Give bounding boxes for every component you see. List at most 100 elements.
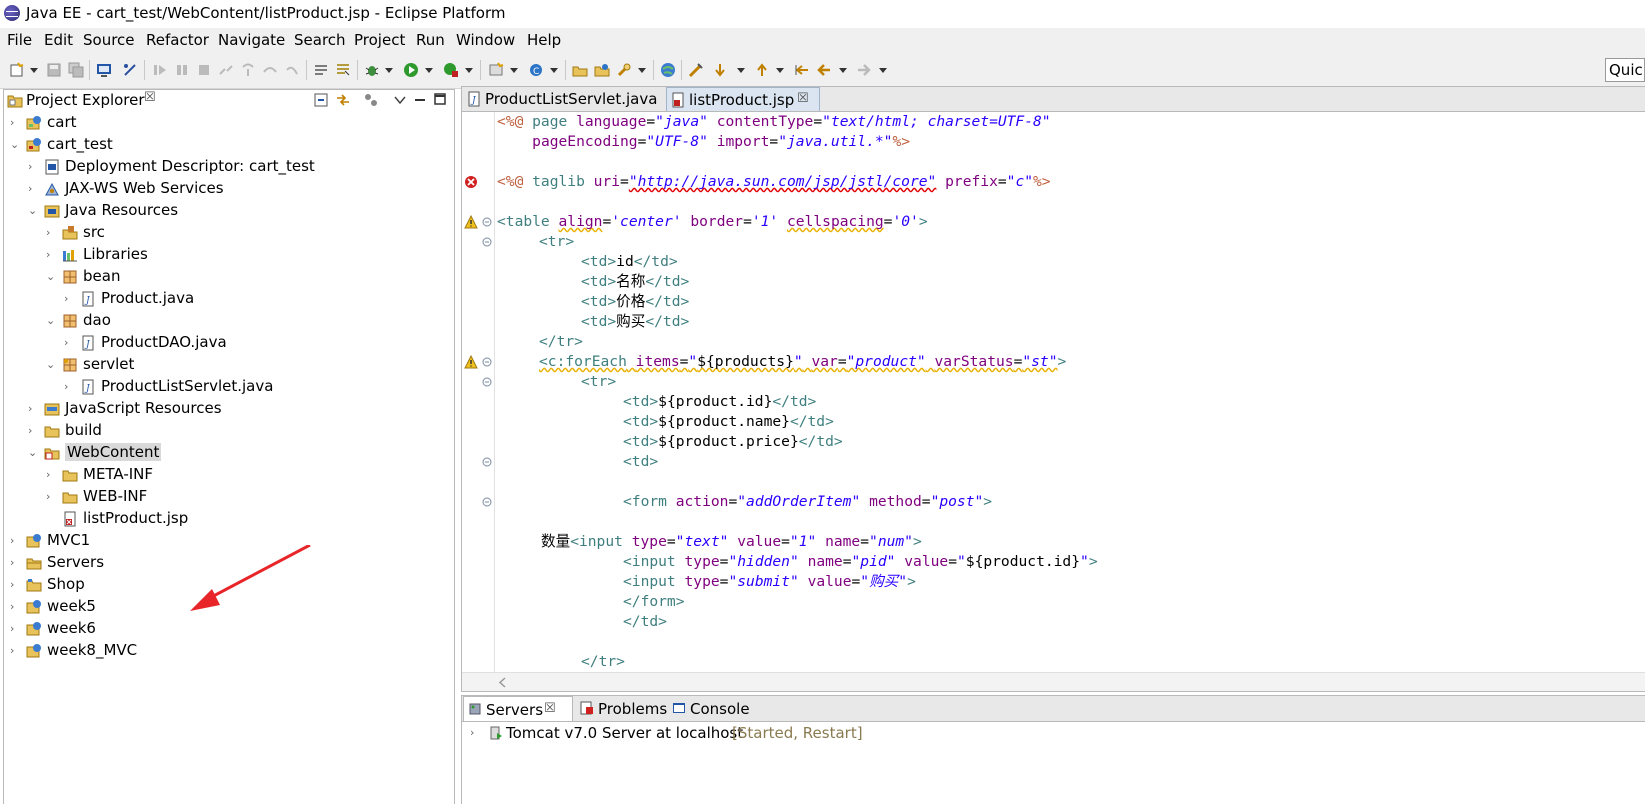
minimize-icon[interactable] <box>414 93 426 105</box>
collapse-icon[interactable]: ⌄ <box>46 358 56 371</box>
expand-icon[interactable]: › <box>470 726 474 739</box>
tab-problems[interactable]: Problems <box>576 696 667 721</box>
expand-icon[interactable]: › <box>28 402 38 415</box>
expand-icon[interactable]: › <box>28 424 38 437</box>
use-step-filters-icon[interactable] <box>313 62 329 78</box>
toggle-mark-occurrences-icon[interactable] <box>688 62 704 78</box>
expand-icon[interactable]: › <box>10 600 20 613</box>
step-over-icon[interactable] <box>262 62 278 78</box>
collapse-all-icon[interactable] <box>314 93 328 107</box>
warning-marker-icon[interactable] <box>464 355 478 369</box>
menu-navigate[interactable]: Navigate <box>218 31 285 49</box>
horizontal-scrollbar[interactable] <box>462 672 1645 691</box>
next-annotation-dropdown-icon[interactable] <box>737 68 745 73</box>
menu-help[interactable]: Help <box>527 31 561 49</box>
close-tab-icon[interactable]: ☒ <box>797 91 809 106</box>
step-into-icon[interactable] <box>240 62 256 78</box>
next-annotation-icon[interactable] <box>712 62 728 78</box>
run-dropdown-icon[interactable] <box>425 68 433 73</box>
back-dropdown-icon[interactable] <box>839 68 847 73</box>
filter-icon[interactable] <box>364 93 378 107</box>
maximize-icon[interactable] <box>434 93 446 105</box>
menu-file[interactable]: File <box>7 31 32 49</box>
back-icon[interactable] <box>816 62 832 78</box>
expand-icon[interactable]: › <box>10 644 20 657</box>
expand-icon[interactable]: › <box>28 160 38 173</box>
forward-dropdown-icon[interactable] <box>879 68 887 73</box>
tab-productlistservlet-java[interactable]: J ProductListServlet.java <box>463 87 663 111</box>
debug-dropdown-icon[interactable] <box>385 68 393 73</box>
collapse-icon[interactable]: ⌄ <box>28 204 38 217</box>
suspend-icon[interactable] <box>174 62 190 78</box>
expand-icon[interactable]: › <box>10 116 20 129</box>
drop-to-frame-icon[interactable] <box>335 62 351 78</box>
fold-icon[interactable] <box>482 357 492 367</box>
fold-icon[interactable] <box>482 497 492 507</box>
fold-icon[interactable] <box>482 457 492 467</box>
disconnect-icon[interactable] <box>218 62 234 78</box>
expand-icon[interactable]: › <box>46 490 56 503</box>
expand-icon[interactable]: › <box>64 292 74 305</box>
fold-icon[interactable] <box>482 377 492 387</box>
project-explorer-title[interactable]: Project Explorer <box>26 91 145 109</box>
new-class-dropdown-icon[interactable] <box>550 68 558 73</box>
expand-icon[interactable]: › <box>46 468 56 481</box>
search-dropdown-icon[interactable] <box>638 68 646 73</box>
open-task-icon[interactable] <box>594 62 610 78</box>
previous-annotation-icon[interactable] <box>754 62 770 78</box>
collapse-icon[interactable]: ⌄ <box>46 270 56 283</box>
new-java-class-icon[interactable]: C <box>528 62 544 78</box>
last-edit-location-icon[interactable] <box>794 62 810 78</box>
expand-icon[interactable]: › <box>46 226 56 239</box>
resume-icon[interactable] <box>152 62 168 78</box>
expand-icon[interactable]: › <box>46 248 56 261</box>
fold-icon[interactable] <box>482 237 492 247</box>
fold-icon[interactable] <box>482 217 492 227</box>
collapse-icon[interactable]: ⌄ <box>10 138 20 151</box>
web-browser-icon[interactable] <box>660 62 676 78</box>
server-row[interactable]: › Tomcat v7.0 Server at localhost [Start… <box>470 723 870 745</box>
expand-icon[interactable]: › <box>10 622 20 635</box>
error-marker-icon[interactable] <box>464 175 478 189</box>
menu-source[interactable]: Source <box>83 31 135 49</box>
collapse-icon[interactable]: ⌄ <box>46 314 56 327</box>
save-icon[interactable] <box>46 62 62 78</box>
collapse-icon[interactable]: ⌄ <box>28 446 38 459</box>
close-view-icon[interactable]: ☒ <box>144 90 156 105</box>
previous-annotation-dropdown-icon[interactable] <box>776 68 784 73</box>
tab-console[interactable]: Console <box>668 696 752 721</box>
monitor-icon[interactable] <box>96 62 112 78</box>
search-tool-icon[interactable] <box>616 62 632 78</box>
link-with-editor-icon[interactable] <box>336 93 350 107</box>
expand-icon[interactable]: › <box>28 182 38 195</box>
expand-icon[interactable]: › <box>64 380 74 393</box>
menu-edit[interactable]: Edit <box>44 31 73 49</box>
forward-icon[interactable] <box>856 62 872 78</box>
scroll-left-icon[interactable] <box>498 677 508 688</box>
run-icon[interactable] <box>403 62 419 78</box>
code-text-area[interactable]: <%@ page language="java" contentType="te… <box>495 112 1645 672</box>
menu-refactor[interactable]: Refactor <box>146 31 209 49</box>
menu-run[interactable]: Run <box>416 31 445 49</box>
debug-icon[interactable] <box>364 62 380 78</box>
open-type-icon[interactable] <box>572 62 588 78</box>
expand-icon[interactable]: › <box>10 534 20 547</box>
expand-icon[interactable]: › <box>64 336 74 349</box>
expand-icon[interactable]: › <box>10 556 20 569</box>
new-server-icon[interactable] <box>488 62 504 78</box>
save-all-icon[interactable] <box>68 62 84 78</box>
new-icon[interactable] <box>9 62 25 78</box>
tab-listproduct-jsp[interactable]: listProduct.jsp ☒ <box>666 87 820 111</box>
menu-window[interactable]: Window <box>456 31 515 49</box>
quick-access-input[interactable]: Quic <box>1605 58 1645 82</box>
run-external-tools-icon[interactable] <box>443 62 459 78</box>
menu-project[interactable]: Project <box>354 31 405 49</box>
view-menu-icon[interactable] <box>394 95 406 105</box>
tab-servers[interactable]: Servers ☒ <box>463 696 573 721</box>
warning-marker-icon[interactable] <box>464 215 478 229</box>
external-tools-dropdown-icon[interactable] <box>465 68 473 73</box>
new-dropdown-icon[interactable] <box>30 68 38 73</box>
close-tab-icon[interactable]: ☒ <box>544 701 556 716</box>
skip-breakpoints-icon[interactable] <box>122 62 138 78</box>
expand-icon[interactable]: › <box>10 578 20 591</box>
